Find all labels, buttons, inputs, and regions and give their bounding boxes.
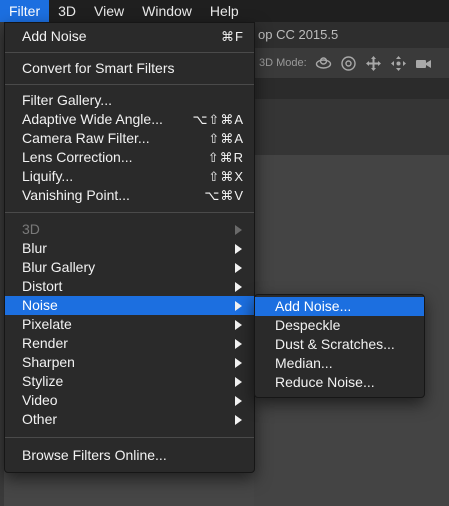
- menu-separator: [5, 437, 254, 438]
- menu-item-camera-raw-filter[interactable]: Camera Raw Filter... ⇧⌘A: [5, 129, 254, 148]
- menu-item-label: Camera Raw Filter...: [22, 130, 150, 146]
- menubar-3d[interactable]: 3D: [49, 0, 85, 22]
- chevron-right-icon: [235, 376, 242, 387]
- panel-header: [254, 99, 449, 155]
- chevron-right-icon: [235, 414, 242, 425]
- menu-item-label: Adaptive Wide Angle...: [22, 111, 163, 127]
- orbit-icon[interactable]: [315, 55, 332, 72]
- menu-item-label: 3D: [22, 221, 40, 237]
- chevron-right-icon: [235, 357, 242, 368]
- chevron-right-icon: [235, 395, 242, 406]
- submenu-video[interactable]: Video: [5, 391, 254, 410]
- shortcut-label: ⇧⌘X: [208, 169, 244, 184]
- shortcut-label: ⌥⇧⌘A: [192, 112, 244, 127]
- menu-item-label: Median...: [275, 355, 333, 371]
- menu-item-label: Despeckle: [275, 317, 341, 333]
- shortcut-label: ⇧⌘A: [208, 131, 244, 146]
- chevron-right-icon: [235, 243, 242, 254]
- menu-separator: [5, 84, 254, 85]
- menubar-view[interactable]: View: [85, 0, 133, 22]
- menu-item-label: Dust & Scratches...: [275, 336, 395, 352]
- submenu-sharpen[interactable]: Sharpen: [5, 353, 254, 372]
- submenu-pixelate[interactable]: Pixelate: [5, 315, 254, 334]
- menu-item-label: Other: [22, 411, 58, 427]
- menu-item-vanishing-point[interactable]: Vanishing Point... ⌥⌘V: [5, 186, 254, 205]
- menu-item-label: Reduce Noise...: [275, 374, 375, 390]
- submenu-render[interactable]: Render: [5, 334, 254, 353]
- menu-item-despeckle[interactable]: Despeckle: [255, 316, 424, 335]
- menubar-window[interactable]: Window: [133, 0, 201, 22]
- pan-icon[interactable]: [365, 55, 382, 72]
- chevron-right-icon: [235, 300, 242, 311]
- chevron-right-icon: [235, 319, 242, 330]
- chevron-right-icon: [235, 281, 242, 292]
- menu-item-lens-correction[interactable]: Lens Correction... ⇧⌘R: [5, 148, 254, 167]
- menu-item-label: Distort: [22, 278, 63, 294]
- menu-item-label: Vanishing Point...: [22, 187, 130, 203]
- menu-item-label: Lens Correction...: [22, 149, 133, 165]
- menu-item-label: Add Noise: [22, 28, 87, 44]
- options-bar: 3D Mode:: [254, 48, 449, 79]
- submenu-noise[interactable]: Noise: [5, 296, 254, 315]
- chevron-right-icon: [235, 262, 242, 273]
- menubar-filter[interactable]: Filter: [0, 0, 50, 22]
- submenu-stylize[interactable]: Stylize: [5, 372, 254, 391]
- menu-item-add-noise-last[interactable]: Add Noise ⌘F: [5, 27, 254, 46]
- noise-submenu: Add Noise... Despeckle Dust & Scratches.…: [254, 294, 425, 398]
- menu-item-label: Sharpen: [22, 354, 75, 370]
- menu-item-label: Pixelate: [22, 316, 72, 332]
- menu-separator: [5, 212, 254, 213]
- menu-item-label: Video: [22, 392, 58, 408]
- roll-icon[interactable]: [340, 55, 357, 72]
- menu-item-label: Render: [22, 335, 68, 351]
- submenu-distort[interactable]: Distort: [5, 277, 254, 296]
- menu-item-label: Liquify...: [22, 168, 74, 184]
- chevron-right-icon: [235, 338, 242, 349]
- document-tab-bar: [254, 79, 449, 99]
- app-title-text: op CC 2015.5: [258, 27, 339, 42]
- menu-item-label: Stylize: [22, 373, 64, 389]
- menu-item-browse-filters-online[interactable]: Browse Filters Online...: [5, 446, 254, 465]
- menu-item-add-noise[interactable]: Add Noise...: [255, 297, 424, 316]
- app-title-bar: op CC 2015.5: [254, 22, 449, 48]
- menu-item-label: Noise: [22, 297, 58, 313]
- slide-icon[interactable]: [390, 55, 407, 72]
- shortcut-label: ⌥⌘V: [204, 188, 244, 203]
- menu-item-dust-scratches[interactable]: Dust & Scratches...: [255, 335, 424, 354]
- menu-item-label: Convert for Smart Filters: [22, 60, 175, 76]
- menu-item-label: Browse Filters Online...: [22, 447, 167, 463]
- menubar-help[interactable]: Help: [201, 0, 248, 22]
- video-camera-icon[interactable]: [415, 55, 432, 72]
- shortcut-label: ⌘F: [221, 29, 244, 44]
- menu-item-filter-gallery[interactable]: Filter Gallery...: [5, 91, 254, 110]
- menu-item-label: Filter Gallery...: [22, 92, 112, 108]
- menu-item-reduce-noise[interactable]: Reduce Noise...: [255, 373, 424, 392]
- submenu-blur-gallery[interactable]: Blur Gallery: [5, 258, 254, 277]
- chevron-right-icon: [235, 224, 242, 235]
- menu-bar: Filter 3D View Window Help: [0, 0, 449, 22]
- menu-item-liquify[interactable]: Liquify... ⇧⌘X: [5, 167, 254, 186]
- menu-item-label: Add Noise...: [275, 298, 352, 314]
- shortcut-label: ⇧⌘R: [207, 150, 244, 165]
- submenu-blur[interactable]: Blur: [5, 239, 254, 258]
- menu-item-median[interactable]: Median...: [255, 354, 424, 373]
- 3d-mode-label: 3D Mode:: [259, 57, 307, 69]
- submenu-3d: 3D: [5, 220, 254, 239]
- submenu-other[interactable]: Other: [5, 410, 254, 429]
- menu-item-adaptive-wide-angle[interactable]: Adaptive Wide Angle... ⌥⇧⌘A: [5, 110, 254, 129]
- menu-item-convert-smart-filters[interactable]: Convert for Smart Filters: [5, 59, 254, 78]
- menu-item-label: Blur Gallery: [22, 259, 96, 275]
- menu-separator: [5, 52, 254, 53]
- filter-menu: Add Noise ⌘F Convert for Smart Filters F…: [4, 22, 255, 473]
- menu-item-label: Blur: [22, 240, 47, 256]
